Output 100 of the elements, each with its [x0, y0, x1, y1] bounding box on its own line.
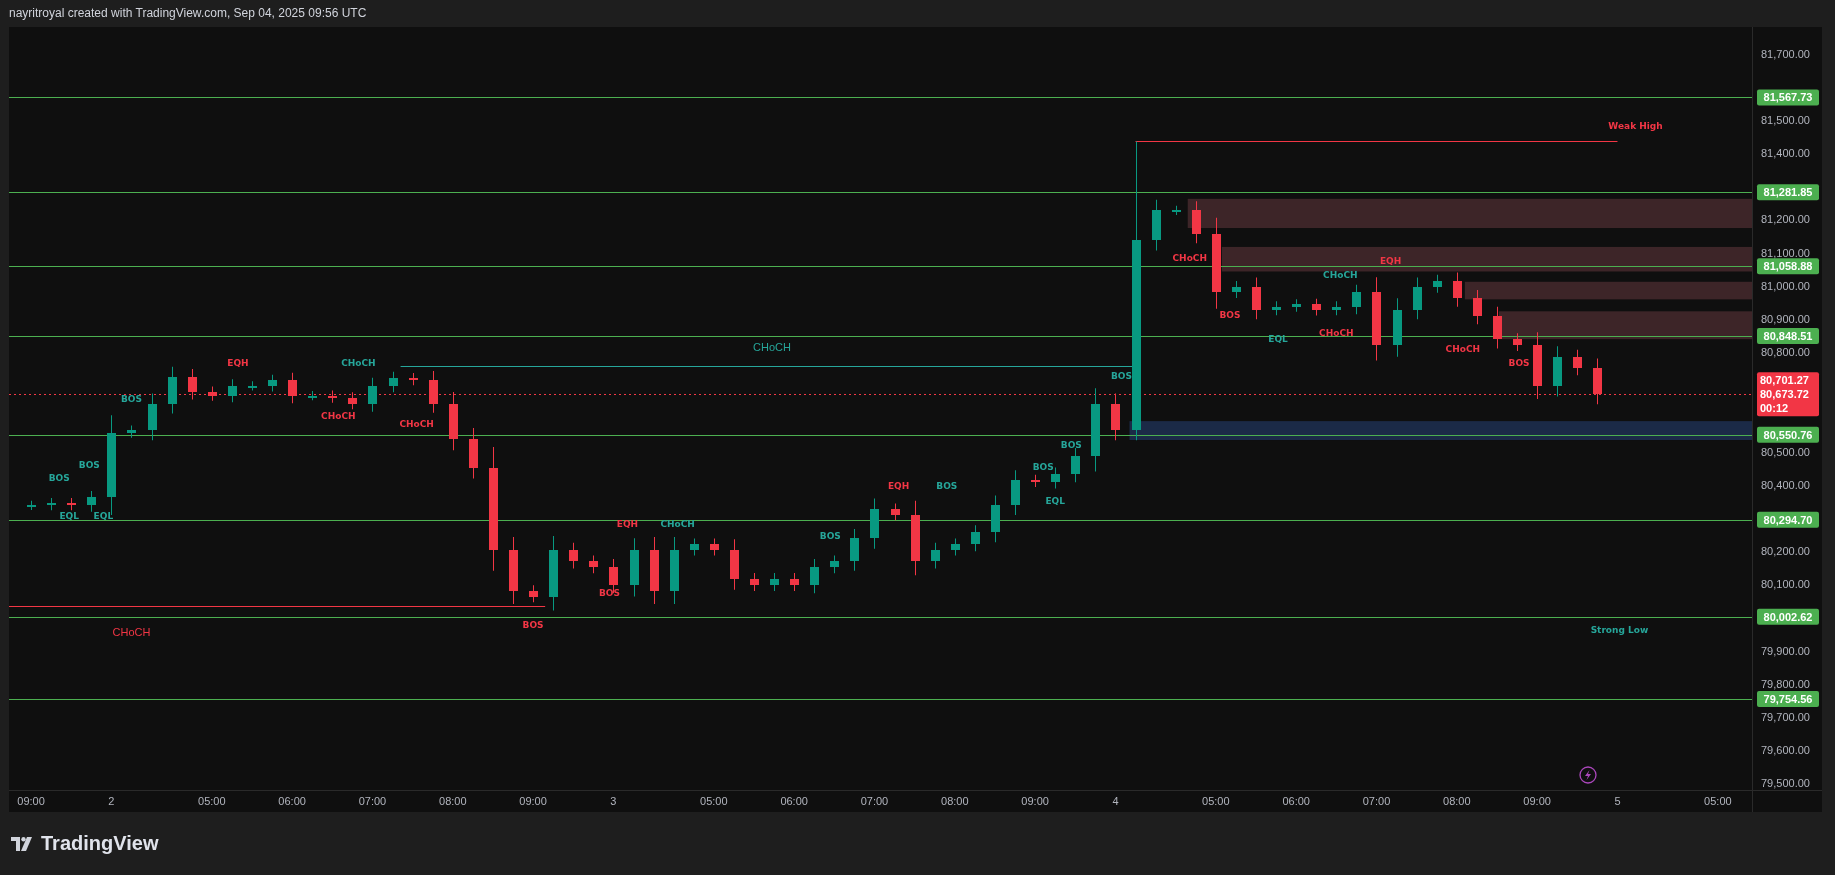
structure-label: BOS: [522, 620, 544, 631]
structure-label: CHoCH: [112, 625, 151, 638]
time-axis-label: 09:00: [519, 795, 547, 807]
candlestick: [389, 371, 398, 393]
price-axis-label: 79,500.00: [1761, 777, 1810, 790]
candlestick: [1292, 299, 1301, 312]
price-badge: 80,002.62: [1757, 608, 1819, 625]
structure-label: CHoCH: [1445, 344, 1481, 355]
structure-label: BOS: [1219, 309, 1241, 320]
price-axis-label: 80,200.00: [1761, 545, 1810, 558]
candlestick: [1393, 298, 1402, 357]
price-badge: 81,058.88: [1757, 258, 1819, 275]
candlestick: [891, 503, 900, 521]
time-axis-label: 06:00: [1282, 795, 1310, 807]
candlestick: [1533, 332, 1542, 399]
price-axis-label: 81,100.00: [1761, 246, 1810, 259]
structure-label: Weak High: [1608, 120, 1663, 131]
structure-label: BOS: [121, 393, 142, 404]
candlestick: [790, 573, 799, 591]
price-axis-label: 81,400.00: [1761, 147, 1810, 160]
time-axis-label: 5: [1614, 795, 1621, 807]
candlestick: [208, 386, 217, 401]
candlestick: [1553, 346, 1562, 397]
candlestick: [1352, 284, 1361, 315]
candlestick: [308, 390, 317, 401]
candlestick: [1493, 306, 1502, 349]
candlestick: [449, 391, 458, 451]
candlestick: [931, 542, 940, 569]
ref-line-label: 80,848.51: [1763, 330, 1813, 343]
structure-label: BOS: [1060, 440, 1082, 451]
time-axis-label: 07:00: [358, 795, 387, 807]
structure-label: CHoCH: [399, 419, 434, 430]
candlestick: [810, 559, 819, 594]
time-axis-label: 09:00: [1523, 795, 1551, 807]
candlestick: [509, 536, 518, 604]
brand-name: TradingView: [41, 832, 159, 855]
structure-label: Strong Low: [1590, 624, 1649, 635]
candlestick: [1172, 205, 1181, 216]
candlestick: [148, 393, 157, 441]
time-axis-label: 08:00: [1443, 795, 1471, 807]
candlestick: [409, 373, 418, 386]
structure-label: EQL: [93, 510, 114, 521]
candlestick: [1513, 333, 1522, 352]
candlestick: [469, 428, 478, 479]
candlestick: [870, 498, 879, 549]
candlestick: [1272, 301, 1281, 316]
candlestick: [1152, 199, 1161, 251]
lightning-icon[interactable]: [1579, 766, 1597, 784]
structure-label: CHoCH: [321, 410, 356, 421]
ref-line-label: 80,550.76: [1763, 428, 1813, 441]
price-axis-label: 79,700.00: [1761, 711, 1810, 723]
structure-label: EQH: [887, 481, 910, 492]
candlestick: [1473, 290, 1482, 325]
candlestick: [268, 374, 277, 392]
time-axis-label: 05:00: [1704, 795, 1732, 807]
time-axis-label: 06:00: [780, 795, 808, 807]
price-axis-label: 81,000.00: [1761, 279, 1810, 292]
candlestick: [1232, 281, 1241, 299]
candlestick: [348, 392, 357, 410]
candlestick: [27, 500, 36, 510]
price-axis-label: 80,500.00: [1761, 445, 1810, 458]
structure-label: CHoCH: [1319, 327, 1354, 338]
price-badge: 81,281.85: [1757, 184, 1819, 201]
price-badge: 80,550.76: [1757, 426, 1819, 443]
candlestick: [650, 536, 659, 604]
candlestick: [1192, 201, 1201, 244]
structure-label: CHoCH: [341, 358, 376, 369]
structure-label: CHoCH: [1323, 270, 1358, 281]
candlestick: [228, 379, 237, 403]
structure-label: BOS: [936, 481, 958, 492]
candlestick: [87, 491, 96, 512]
structure-label: CHoCH: [660, 518, 695, 529]
time-axis-label: 09:00: [1021, 795, 1049, 807]
time-axis-label: 07:00: [1362, 795, 1391, 807]
candlestick: [1332, 301, 1341, 316]
candlestick: [328, 390, 337, 403]
candlestick: [127, 425, 136, 438]
price-axis-label: 81,500.00: [1761, 113, 1810, 126]
candlestick: [971, 525, 980, 552]
time-axis-label: 09:00: [17, 795, 45, 807]
time-axis-label: 3: [610, 795, 617, 807]
candlestick: [690, 538, 699, 556]
candlestick: [710, 538, 719, 556]
time-axis-label: 06:00: [278, 795, 306, 807]
structure-label: EQH: [616, 518, 639, 529]
candlestick: [1573, 349, 1582, 376]
candlestick: [248, 381, 257, 391]
price-badge: 79,754.56: [1757, 690, 1819, 707]
ref-line-label: 81,058.88: [1763, 260, 1813, 273]
candlestick: [1011, 470, 1020, 515]
candlestick: [529, 585, 538, 603]
candlestick: [951, 538, 960, 556]
candlestick: [429, 371, 438, 413]
candlestick: [830, 555, 839, 574]
structure-label: BOS: [78, 460, 100, 471]
price-axis-label: 79,800.00: [1761, 677, 1810, 690]
candlestick: [589, 555, 598, 574]
ref-line-label: 79,754.56: [1763, 692, 1813, 705]
ref-line-label: 80,294.70: [1763, 513, 1813, 526]
candlestick: [1593, 358, 1602, 405]
